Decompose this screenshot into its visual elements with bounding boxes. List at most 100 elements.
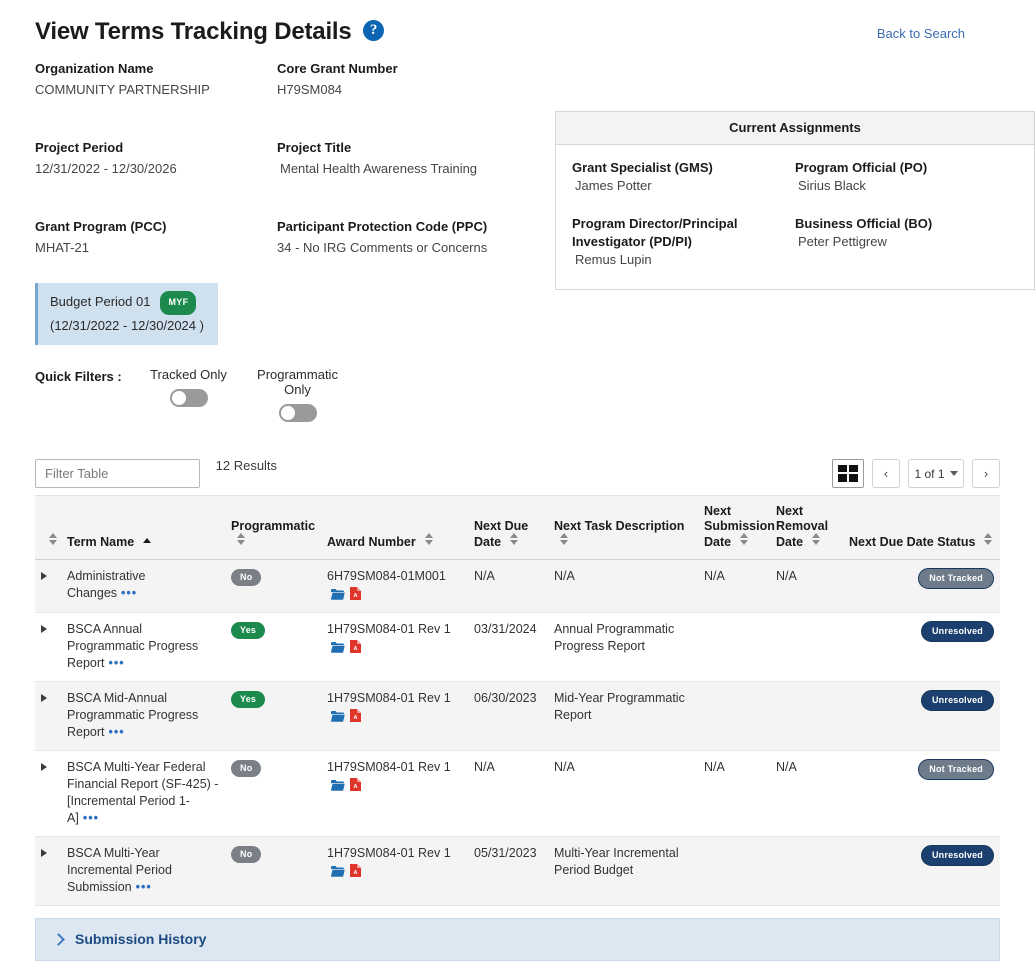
pdf-icon[interactable]: A	[350, 640, 361, 658]
back-to-search-link[interactable]: Back to Search	[877, 26, 965, 41]
myf-badge: MYF	[160, 291, 197, 315]
cell-next-removal-date: N/A	[770, 750, 843, 837]
col-next-due-date[interactable]: Next Due Date	[468, 495, 548, 560]
programmatic-badge: Yes	[231, 691, 266, 708]
detail-core-grant-number: Core Grant Number H79SM084	[277, 44, 519, 99]
table-pager: ‹ 1 of 1 ›	[832, 459, 1000, 488]
sort-icon	[424, 533, 433, 545]
sort-icon	[984, 533, 993, 545]
results-count: 12 Results	[215, 458, 278, 473]
next-page-button[interactable]: ›	[972, 459, 1000, 488]
cell-status: Unresolved	[843, 612, 1000, 682]
field-label: Core Grant Number	[277, 61, 398, 76]
cell-status: Unresolved	[843, 836, 1000, 906]
assignment-label: Program Director/Principal Investigator …	[572, 216, 738, 249]
details-row: Grant Program (PCC) MHAT-21 Participant …	[35, 178, 525, 257]
field-label: Project Period	[35, 140, 124, 155]
current-assignments-card: Current Assignments Grant Specialist (GM…	[555, 111, 1035, 290]
sort-icon-asc	[143, 538, 152, 545]
cell-programmatic: No	[225, 559, 321, 613]
programmatic-badge: No	[231, 569, 262, 586]
ellipsis-icon[interactable]: •••	[109, 725, 125, 739]
submission-history-section[interactable]: Submission History	[35, 918, 1000, 961]
cell-next-due-date: 03/31/2024	[468, 612, 548, 682]
quick-filter-label: Tracked Only	[150, 367, 227, 382]
budget-period-label: Budget Period 01	[50, 294, 151, 309]
col-award-number[interactable]: Award Number	[321, 495, 468, 560]
table-grid-icon[interactable]	[832, 459, 864, 488]
col-term-name[interactable]: Term Name	[61, 495, 225, 560]
status-badge: Unresolved	[920, 690, 994, 711]
status-badge: Not Tracked	[918, 759, 994, 780]
ellipsis-icon[interactable]: •••	[109, 656, 125, 670]
expand-triangle-icon	[41, 572, 47, 580]
folder-icon[interactable]	[331, 865, 345, 882]
folder-icon[interactable]	[331, 588, 345, 605]
table-row[interactable]: BSCA Multi-Year Federal Financial Report…	[35, 750, 1000, 837]
row-expand-toggle[interactable]	[35, 612, 61, 682]
row-expand-toggle[interactable]	[35, 750, 61, 837]
folder-icon[interactable]	[331, 641, 345, 658]
award-number-text: 1H79SM084-01 Rev 1	[327, 691, 451, 705]
row-expand-toggle[interactable]	[35, 836, 61, 906]
svg-text:A: A	[354, 715, 358, 721]
col-next-due-date-status[interactable]: Next Due Date Status	[843, 495, 1000, 560]
programmatic-badge: No	[231, 846, 262, 863]
help-circle-icon[interactable]: ?	[363, 19, 385, 41]
cell-next-due-date: N/A	[468, 750, 548, 837]
cell-term-name: BSCA Annual Programmatic Progress Report…	[61, 612, 225, 682]
pdf-icon[interactable]: A	[350, 864, 361, 882]
previous-page-button[interactable]: ‹	[872, 459, 900, 488]
col-next-task-description[interactable]: Next Task Description	[548, 495, 698, 560]
col-programmatic[interactable]: Programmatic	[225, 495, 321, 560]
field-label: Grant Program (PCC)	[35, 219, 167, 234]
field-label: Participant Protection Code (PPC)	[277, 219, 488, 234]
grid-glyph	[838, 465, 858, 482]
cell-next-task-description: N/A	[548, 559, 698, 613]
current-assignments-title: Current Assignments	[556, 112, 1034, 145]
cell-next-submission-date: N/A	[698, 559, 770, 613]
budget-period-tab-01[interactable]: Budget Period 01 MYF (12/31/2022 - 12/30/…	[35, 283, 218, 345]
details-section: Organization Name COMMUNITY PARTNERSHIP …	[35, 44, 1035, 290]
folder-icon[interactable]	[331, 710, 345, 727]
pdf-icon[interactable]: A	[350, 587, 361, 605]
col-next-submission-date[interactable]: Next Submission Date	[698, 495, 775, 560]
table-row[interactable]: BSCA Multi-Year Incremental Period Submi…	[35, 836, 1000, 906]
col-expander[interactable]	[35, 495, 61, 560]
col-label: Programmatic	[231, 519, 316, 533]
expand-triangle-icon	[41, 849, 47, 857]
status-badge: Not Tracked	[918, 568, 994, 589]
table-row[interactable]: BSCA Mid-Annual Programmatic Progress Re…	[35, 681, 1000, 751]
cell-next-due-date: 05/31/2023	[468, 836, 548, 906]
cell-status: Not Tracked	[843, 559, 1000, 613]
page-root: View Terms Tracking Details ? Back to Se…	[0, 0, 1035, 961]
table-row[interactable]: Administrative Changes ••• No 6H79SM084-01M…	[35, 559, 1000, 613]
filter-table-input[interactable]	[35, 459, 200, 488]
cell-status: Unresolved	[843, 681, 1000, 751]
assignment-program-official: Program Official (PO) Sirius Black	[795, 159, 1018, 193]
cell-next-removal-date	[770, 681, 843, 751]
col-next-removal-date[interactable]: Next Removal Date	[770, 495, 843, 560]
pdf-icon[interactable]: A	[350, 778, 361, 796]
page-select[interactable]: 1 of 1	[908, 459, 964, 488]
assignment-row: Grant Specialist (GMS) James Potter Prog…	[572, 159, 1018, 193]
folder-icon[interactable]	[331, 779, 345, 796]
expand-triangle-icon	[41, 694, 47, 702]
ellipsis-icon[interactable]: •••	[121, 586, 137, 600]
programmatic-only-toggle[interactable]	[278, 404, 317, 422]
tracked-only-toggle[interactable]	[169, 389, 208, 407]
cell-award-number: 6H79SM084-01M001 A	[321, 559, 468, 613]
term-name-text: BSCA Multi-Year Incremental Period Submi…	[67, 846, 172, 894]
table-row[interactable]: BSCA Annual Programmatic Progress Report…	[35, 612, 1000, 682]
assignment-program-director: Program Director/Principal Investigator …	[572, 215, 795, 267]
row-expand-toggle[interactable]	[35, 559, 61, 613]
row-expand-toggle[interactable]	[35, 681, 61, 751]
cell-next-submission-date	[698, 612, 770, 682]
ellipsis-icon[interactable]: •••	[83, 811, 99, 825]
assignment-grant-specialist: Grant Specialist (GMS) James Potter	[572, 159, 795, 193]
cell-award-number: 1H79SM084-01 Rev 1 A	[321, 681, 468, 751]
ellipsis-icon[interactable]: •••	[136, 880, 152, 894]
sort-icon	[812, 533, 821, 545]
cell-next-task-description: Mid-Year Programmatic Report	[548, 681, 698, 751]
pdf-icon[interactable]: A	[350, 709, 361, 727]
